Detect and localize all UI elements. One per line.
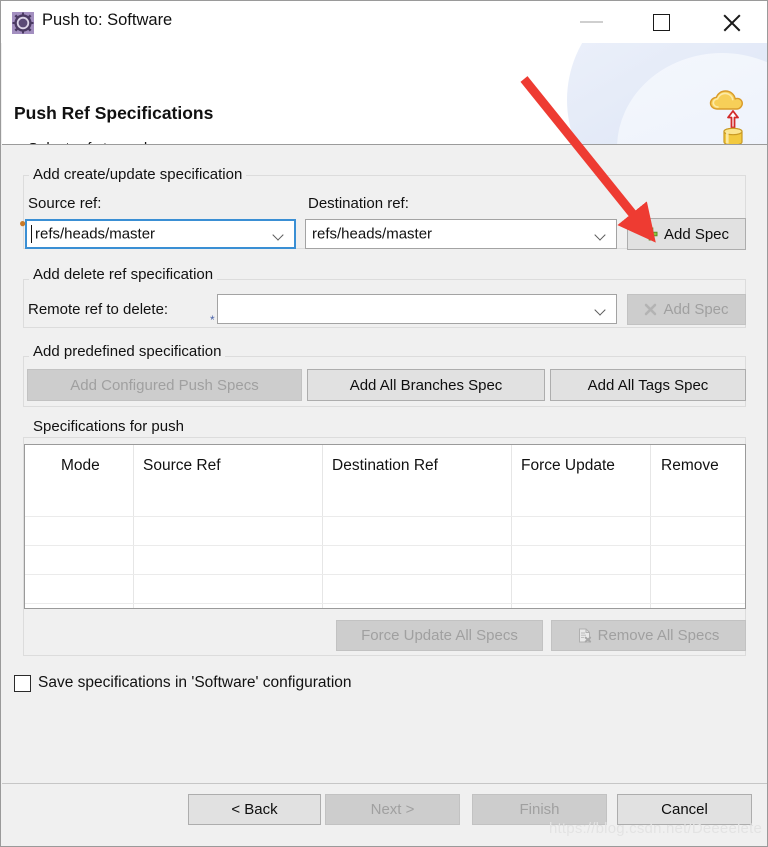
- next-button-label: Next >: [370, 801, 415, 818]
- column-header-source-ref[interactable]: Source Ref: [143, 445, 221, 487]
- destination-ref-label: Destination ref:: [308, 195, 409, 212]
- force-update-all-specs-label: Force Update All Specs: [361, 627, 518, 644]
- remove-all-specs-button: Remove All Specs: [551, 620, 746, 651]
- remove-all-specs-label: Remove All Specs: [597, 627, 720, 644]
- window-title: Push to: Software: [42, 11, 173, 29]
- remote-ref-delete-label: Remote ref to delete:: [28, 301, 169, 318]
- add-all-tags-spec-label: Add All Tags Spec: [587, 376, 709, 394]
- table-column-divider: [511, 445, 512, 608]
- close-button[interactable]: [709, 1, 755, 43]
- specs-table[interactable]: Mode Source Ref Destination Ref Force Up…: [24, 444, 746, 609]
- push-gear-icon: [12, 12, 34, 34]
- source-ref-label: Source ref:: [28, 195, 102, 212]
- source-ref-value: refs/heads/master: [35, 225, 156, 243]
- create-update-group-legend: Add create/update specification: [29, 167, 247, 183]
- save-specifications-checkbox[interactable]: [14, 675, 31, 692]
- delete-spec-group-legend: Add delete ref specification: [29, 267, 218, 283]
- predefined-spec-group-legend: Add predefined specification: [29, 344, 226, 360]
- maximize-icon: [653, 14, 670, 31]
- add-spec-delete-label: Add Spec: [663, 301, 729, 318]
- maximize-button[interactable]: [639, 1, 685, 43]
- back-button-label: < Back: [231, 801, 278, 818]
- table-row-divider: [25, 574, 745, 575]
- table-row-divider: [25, 545, 745, 546]
- chevron-down-icon[interactable]: [596, 231, 605, 240]
- title-bar: Push to: Software: [1, 1, 767, 43]
- remote-ref-delete-combo[interactable]: [217, 294, 617, 324]
- table-row-divider: [25, 603, 745, 604]
- document-remove-icon: [578, 628, 592, 643]
- push-dialog-window: Push to: Software Push Ref Specification…: [0, 0, 768, 847]
- cloud-upload-database-icon: [704, 87, 760, 144]
- chevron-down-icon[interactable]: [274, 231, 283, 240]
- destination-ref-value: refs/heads/master: [312, 225, 433, 243]
- add-spec-delete-button: Add Spec: [627, 294, 746, 325]
- footer-bar: ? < Back Next > Finish Cancel: [2, 784, 767, 846]
- back-button[interactable]: < Back: [188, 794, 321, 825]
- add-configured-push-specs-button: Add Configured Push Specs: [27, 369, 302, 401]
- table-row-divider: [25, 516, 745, 517]
- source-ref-combo[interactable]: refs/heads/master: [25, 219, 296, 249]
- table-column-divider: [322, 445, 323, 608]
- save-specifications-label[interactable]: Save specifications in 'Software' config…: [38, 674, 352, 692]
- column-header-remove[interactable]: Remove: [661, 445, 719, 487]
- add-configured-push-specs-label: Add Configured Push Specs: [70, 376, 259, 394]
- force-update-all-specs-button: Force Update All Specs: [336, 620, 543, 651]
- minimize-button[interactable]: [569, 1, 615, 43]
- remote-ref-required-marker: *: [210, 313, 215, 327]
- cancel-button-label: Cancel: [661, 801, 708, 818]
- destination-ref-combo[interactable]: refs/heads/master: [305, 219, 617, 249]
- gray-x-icon: [644, 303, 657, 316]
- page-subtitle: Select refs to push.: [28, 140, 156, 144]
- column-header-destination-ref[interactable]: Destination Ref: [332, 445, 438, 487]
- table-column-divider: [133, 445, 134, 608]
- text-cursor: [31, 225, 32, 243]
- watermark-text: https://blog.csdn.net/Deeeelete: [549, 820, 763, 837]
- add-spec-create-button[interactable]: Add Spec: [627, 218, 746, 250]
- add-all-tags-spec-button[interactable]: Add All Tags Spec: [550, 369, 746, 401]
- source-ref-required-marker: ●: [19, 216, 27, 230]
- minimize-icon: [580, 21, 603, 23]
- column-header-force-update[interactable]: Force Update: [521, 445, 615, 487]
- finish-button-label: Finish: [519, 801, 560, 818]
- wizard-header: Push Ref Specifications Select refs to p…: [2, 43, 767, 145]
- add-spec-create-label: Add Spec: [663, 225, 730, 243]
- column-header-mode[interactable]: Mode: [61, 445, 100, 487]
- add-all-branches-spec-label: Add All Branches Spec: [349, 376, 503, 394]
- close-icon: [721, 13, 741, 33]
- next-button: Next >: [325, 794, 460, 825]
- table-column-divider: [650, 445, 651, 608]
- green-plus-icon: [644, 227, 658, 241]
- page-title: Push Ref Specifications: [14, 103, 214, 123]
- specs-for-push-group-legend: Specifications for push: [29, 419, 188, 435]
- add-all-branches-spec-button[interactable]: Add All Branches Spec: [307, 369, 545, 401]
- chevron-down-icon[interactable]: [596, 306, 605, 315]
